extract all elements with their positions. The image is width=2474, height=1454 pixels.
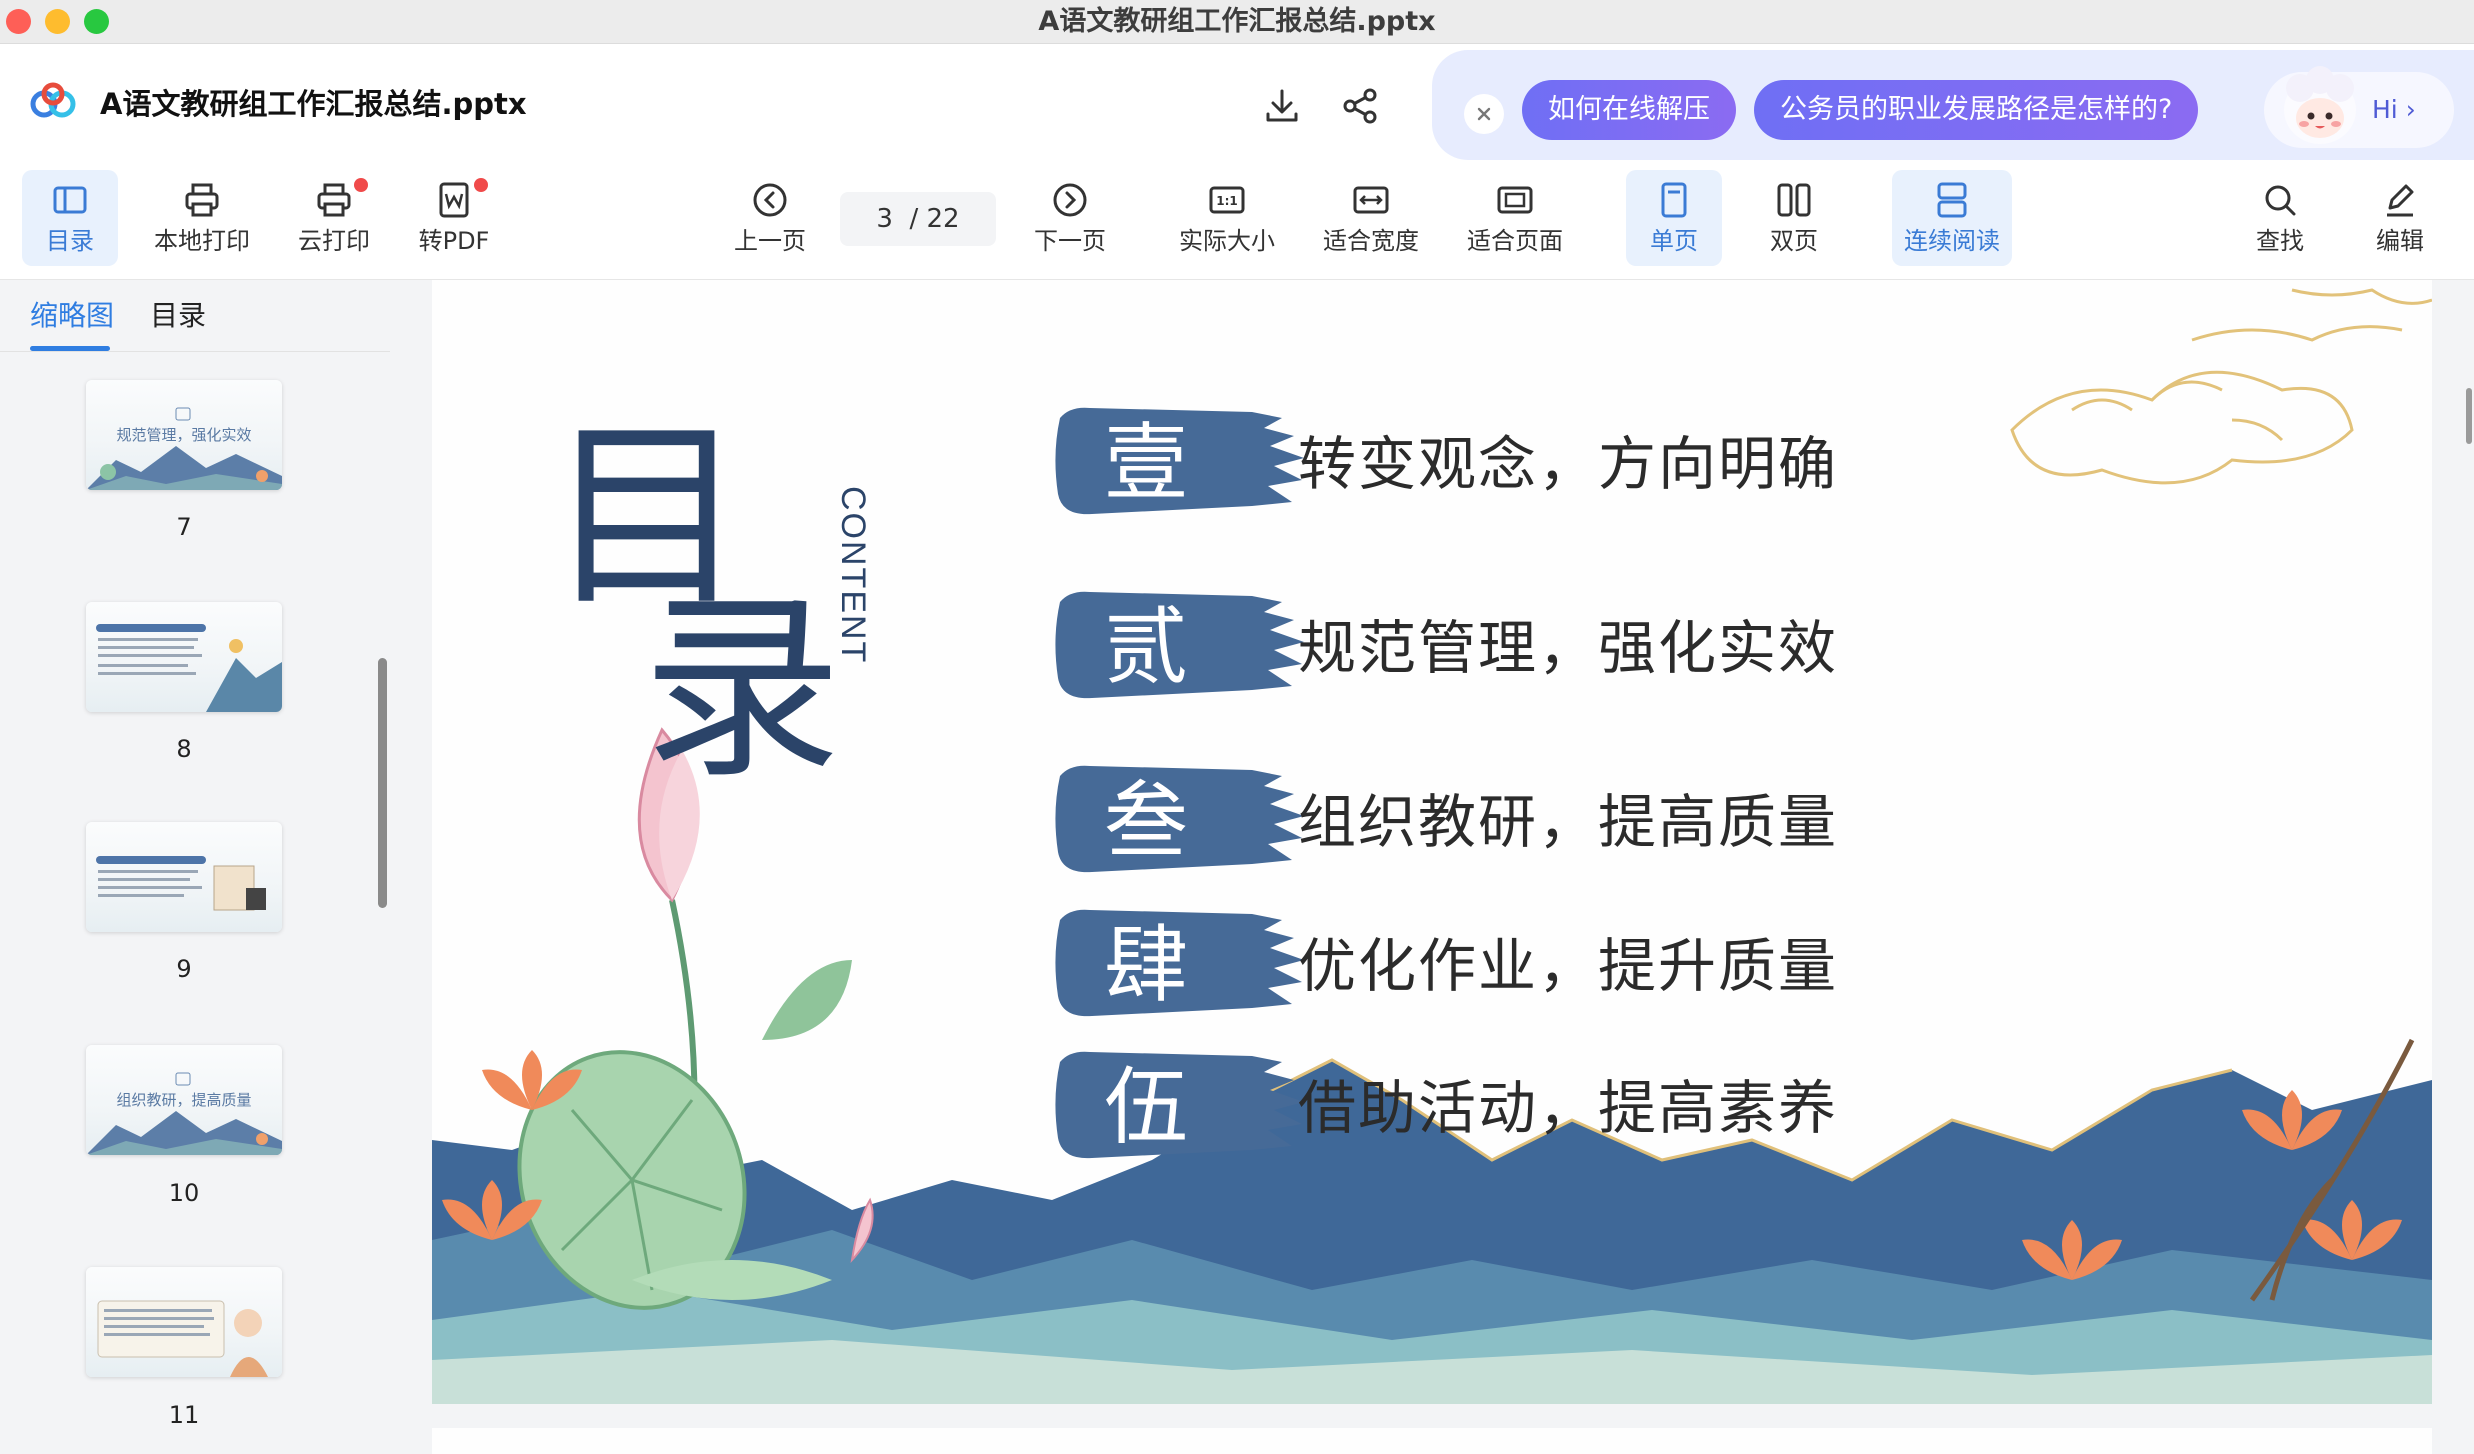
fit-width-button[interactable]: 适合宽度 xyxy=(1314,170,1428,266)
app-logo-icon xyxy=(30,82,76,118)
close-icon xyxy=(1477,107,1491,121)
fit-width-icon xyxy=(1353,186,1389,214)
continuous-reading-button[interactable]: 连续阅读 xyxy=(1892,170,2012,266)
agenda-item: 肆 优化作业，提升质量 xyxy=(1052,900,1952,1030)
title-bar: A语文教研组工作汇报总结.pptx xyxy=(0,0,2474,44)
thumbnail-page-9[interactable] xyxy=(86,822,282,932)
thumbnail-page-10[interactable]: 组织教研，提高质量 xyxy=(86,1045,282,1155)
agenda-item: 贰 规范管理，强化实效 xyxy=(1052,582,1952,712)
word-file-icon xyxy=(439,182,469,218)
thumbnail-page-8[interactable] xyxy=(86,602,282,712)
document-scrollbar[interactable] xyxy=(2466,388,2472,444)
window-title: A语文教研组工作汇报总结.pptx xyxy=(1038,6,1436,37)
agenda-item-text: 优化作业，提升质量 xyxy=(1298,932,1839,1000)
thumbnail-page-7[interactable]: 规范管理，强化实效 xyxy=(86,380,282,490)
convert-pdf-button[interactable]: 转PDF xyxy=(404,170,504,266)
slide-thumbnail-art xyxy=(97,1300,268,1377)
printer-icon xyxy=(185,183,219,217)
thumbnail-page-number: 7 xyxy=(176,513,192,541)
thumbnail-page-11[interactable] xyxy=(86,1267,282,1377)
agenda-item-number: 肆 xyxy=(1104,916,1189,1014)
share-icon[interactable] xyxy=(1338,84,1382,128)
double-page-icon xyxy=(1777,183,1811,217)
notification-dot xyxy=(354,178,368,192)
search-button[interactable]: 查找 xyxy=(2232,170,2328,266)
ai-mascot-avatar xyxy=(2284,66,2356,144)
agenda-item: 叁 组织教研，提高质量 xyxy=(1052,756,1952,886)
thumbnail-page-number: 11 xyxy=(168,1401,200,1429)
agenda-item-number: 伍 xyxy=(1104,1058,1189,1156)
thumbnail-page-number: 8 xyxy=(176,735,192,763)
single-page-button[interactable]: 单页 xyxy=(1626,170,1722,266)
thumbnail-page-number: 9 xyxy=(176,955,192,983)
edit-button[interactable]: 编辑 xyxy=(2352,170,2448,266)
sidebar-scrollbar[interactable] xyxy=(378,658,387,908)
toc-toggle-button[interactable]: 目录 xyxy=(22,170,118,266)
slide-page-4-preview xyxy=(432,1428,2432,1454)
actual-size-icon: 1:1 xyxy=(1209,186,1245,214)
tab-outline[interactable]: 目录 xyxy=(150,296,206,336)
agenda-item-text: 借助活动，提高素养 xyxy=(1298,1074,1839,1142)
document-name: A语文教研组工作汇报总结.pptx xyxy=(100,87,527,121)
prev-page-button[interactable]: 上一页 xyxy=(722,170,818,266)
agenda-item-number: 壹 xyxy=(1104,414,1189,512)
local-print-button[interactable]: 本地打印 xyxy=(146,170,258,266)
active-tab-indicator xyxy=(30,346,110,351)
fit-page-button[interactable]: 适合页面 xyxy=(1458,170,1572,266)
ai-panel-close-button[interactable] xyxy=(1464,94,1504,134)
slide-page-3: 目 录 CONTENT 壹 转变观念，方向明确 贰 规范管理，强化实效 叁 组织… xyxy=(432,280,2432,1404)
single-page-icon xyxy=(1661,182,1687,218)
ai-suggestion-pill-1[interactable]: 如何在线解压 xyxy=(1522,80,1736,140)
agenda-item-text: 规范管理，强化实效 xyxy=(1298,614,1839,682)
actual-size-button[interactable]: 1:1 实际大小 xyxy=(1170,170,1284,266)
search-icon xyxy=(2265,185,2296,216)
pencil-icon xyxy=(2387,184,2414,217)
page-number-input[interactable]: 3 / 22 xyxy=(840,192,996,246)
continuous-scroll-icon xyxy=(1937,182,1967,218)
thumbnail-page-number: 10 xyxy=(168,1179,200,1207)
thumbnail-caption: 规范管理，强化实效 xyxy=(116,426,252,444)
slide-title-char-2: 录 xyxy=(642,573,843,806)
slide-title-english: CONTENT xyxy=(834,486,872,665)
agenda-item-text: 转变观念，方向明确 xyxy=(1298,430,1839,498)
ai-hi-label: Hi › xyxy=(2372,95,2416,124)
sidebar-tabs: 缩略图 目录 xyxy=(0,280,390,352)
cloud-printer-icon xyxy=(317,183,351,217)
ai-suggestion-pill-2[interactable]: 公务员的职业发展路径是怎样的? xyxy=(1754,80,2199,140)
sidebar-icon xyxy=(53,186,87,214)
chevron-left-circle-icon xyxy=(753,183,787,217)
fit-page-icon xyxy=(1497,186,1533,214)
agenda-item-text: 组织教研，提高质量 xyxy=(1298,788,1839,856)
next-page-button[interactable]: 下一页 xyxy=(1022,170,1118,266)
agenda-item-number: 贰 xyxy=(1104,598,1189,696)
svg-text:1:1: 1:1 xyxy=(1216,194,1238,208)
slide-thumbnail-art xyxy=(96,624,282,712)
total-pages: 22 xyxy=(926,204,960,234)
chevron-right-circle-icon xyxy=(1053,183,1087,217)
download-icon[interactable] xyxy=(1260,84,1304,128)
thumbnail-caption: 组织教研，提高质量 xyxy=(116,1091,252,1109)
slide-thumbnail-art xyxy=(96,856,266,911)
chevron-right-icon: › xyxy=(2405,95,2416,124)
current-page: 3 xyxy=(876,204,893,234)
agenda-item: 壹 转变观念，方向明确 xyxy=(1052,398,1952,528)
agenda-item-number: 叁 xyxy=(1104,772,1189,870)
agenda-item: 伍 借助活动，提高素养 xyxy=(1052,1042,1952,1172)
notification-dot xyxy=(474,178,488,192)
tab-thumbnails[interactable]: 缩略图 xyxy=(30,296,114,336)
double-page-button[interactable]: 双页 xyxy=(1746,170,1842,266)
